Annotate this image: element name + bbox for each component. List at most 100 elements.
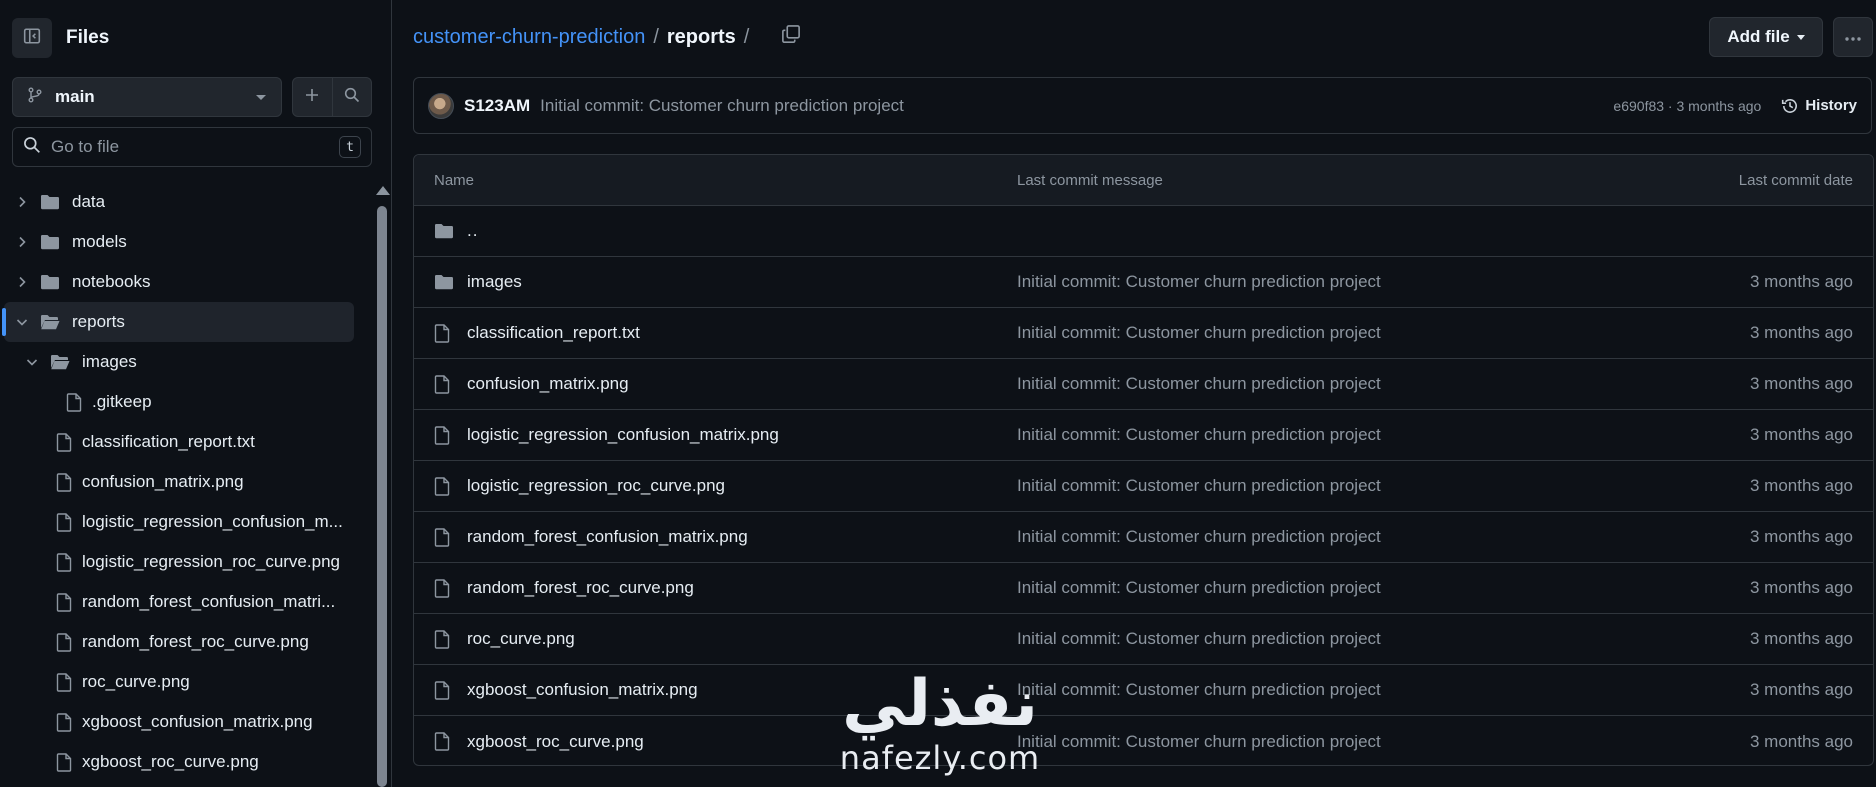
sidebar-collapse-icon <box>23 27 41 50</box>
breadcrumb-separator: / <box>653 25 659 48</box>
file-icon <box>434 374 450 394</box>
tree-item-reports[interactable]: reports <box>2 302 354 342</box>
sidebar-title: Files <box>66 27 110 48</box>
folder-open-icon <box>50 354 70 370</box>
sidebar-scrollbar[interactable] <box>374 186 390 787</box>
table-row[interactable]: roc_curve.png Initial commit: Customer ch… <box>414 614 1873 665</box>
tree-item-label: notebooks <box>72 272 151 291</box>
file-name-link[interactable]: xgboost_roc_curve.png <box>467 732 644 752</box>
add-file-button[interactable]: Add file <box>1709 17 1823 57</box>
commit-message-link[interactable]: Initial commit: Customer churn predictio… <box>1017 323 1381 343</box>
breadcrumb-repo-link[interactable]: customer-churn-prediction <box>413 26 645 49</box>
commit-message-link[interactable]: Initial commit: Customer churn predictio… <box>1017 374 1381 394</box>
go-to-file-field[interactable]: t <box>12 127 372 167</box>
tree-item-classification-report-txt[interactable]: classification_report.txt <box>0 422 362 462</box>
file-name-link[interactable]: xgboost_confusion_matrix.png <box>467 680 698 700</box>
folder-icon <box>434 223 454 239</box>
file-icon <box>56 632 72 652</box>
commit-message-link[interactable]: Initial commit: Customer churn predictio… <box>1017 476 1381 496</box>
tree-item-data[interactable]: data <box>0 182 362 222</box>
tree-item-xgboost-roc-curve-png[interactable]: xgboost_roc_curve.png <box>0 742 362 782</box>
main-content: customer-churn-prediction / reports / Ad… <box>393 0 1876 787</box>
tree-item-xgboost-confusion-matrix-png[interactable]: xgboost_confusion_matrix.png <box>0 702 362 742</box>
tree-item-random-forest-roc-curve-png[interactable]: random_forest_roc_curve.png <box>0 622 362 662</box>
tree-item-label: random_forest_confusion_matri... <box>82 592 336 611</box>
commit-message-link[interactable]: Initial commit: Customer churn predictio… <box>1017 272 1381 292</box>
tree-item-gitkeep[interactable]: .gitkeep <box>0 382 362 422</box>
table-row[interactable]: xgboost_roc_curve.png Initial commit: Cus… <box>414 716 1873 765</box>
file-name-link[interactable]: classification_report.txt <box>467 323 640 343</box>
tree-item-label: images <box>82 352 137 371</box>
parent-directory-link[interactable]: .. <box>467 221 478 241</box>
tree-item-random-forest-confusion-matri[interactable]: random_forest_confusion_matri... <box>0 582 362 622</box>
tree-item-label: data <box>72 192 106 211</box>
table-row[interactable]: logistic_regression_roc_curve.png Initial… <box>414 461 1873 512</box>
commit-message-link[interactable]: Initial commit: Customer churn predictio… <box>1017 629 1381 649</box>
tree-item-label: reports <box>72 312 125 331</box>
breadcrumb: customer-churn-prediction / reports / <box>413 24 801 50</box>
commit-date: 3 months ago <box>1749 323 1853 342</box>
file-icon <box>434 476 450 496</box>
commit-message-link[interactable]: Initial commit: Customer churn predictio… <box>1017 732 1381 752</box>
tree-item-roc-curve-png[interactable]: roc_curve.png <box>0 662 362 702</box>
copy-path-button[interactable] <box>781 24 801 50</box>
commit-date: 3 months ago <box>1749 476 1853 495</box>
file-name-link[interactable]: random_forest_roc_curve.png <box>467 578 694 598</box>
commit-message[interactable]: Initial commit: Customer churn predictio… <box>540 96 1613 116</box>
file-icon <box>434 680 450 700</box>
file-name-link[interactable]: random_forest_confusion_matrix.png <box>467 527 748 547</box>
table-row[interactable]: random_forest_roc_curve.png Initial commi… <box>414 563 1873 614</box>
go-to-file-input[interactable] <box>51 137 339 157</box>
chevron-right-icon[interactable] <box>14 194 30 210</box>
table-row[interactable]: logistic_regression_confusion_matrix.png… <box>414 410 1873 461</box>
tree-item-logistic-regression-roc-curve-png[interactable]: logistic_regression_roc_curve.png <box>0 542 362 582</box>
tree-item-label: xgboost_confusion_matrix.png <box>82 712 313 731</box>
more-options-button[interactable] <box>1833 17 1873 57</box>
history-button[interactable]: History <box>1781 97 1857 115</box>
chevron-right-icon[interactable] <box>14 234 30 250</box>
file-name-link[interactable]: confusion_matrix.png <box>467 374 629 394</box>
tree-item-logistic-regression-confusion-m[interactable]: logistic_regression_confusion_m... <box>0 502 362 542</box>
file-name-link[interactable]: roc_curve.png <box>467 629 575 649</box>
table-row[interactable]: xgboost_confusion_matrix.png Initial comm… <box>414 665 1873 716</box>
commit-meta[interactable]: e690f83 · 3 months ago <box>1613 98 1761 114</box>
add-file-tree-button[interactable] <box>293 78 332 116</box>
tree-item-models[interactable]: models <box>0 222 362 262</box>
scrollbar-thumb[interactable] <box>377 206 387 787</box>
scroll-up-arrow-icon[interactable] <box>376 186 390 195</box>
commit-message-link[interactable]: Initial commit: Customer churn predictio… <box>1017 680 1381 700</box>
tree-item-notebooks[interactable]: notebooks <box>0 262 362 302</box>
table-row[interactable]: confusion_matrix.png Initial commit: Cust… <box>414 359 1873 410</box>
commit-message-link[interactable]: Initial commit: Customer churn predictio… <box>1017 425 1381 445</box>
caret-down-icon <box>1796 34 1805 40</box>
keyboard-shortcut-hint: t <box>339 136 361 158</box>
file-icon <box>56 672 72 692</box>
table-row[interactable]: random_forest_confusion_matrix.png Initia… <box>414 512 1873 563</box>
chevron-down-icon[interactable] <box>14 314 30 330</box>
folder-icon <box>40 194 60 210</box>
file-icon <box>434 425 450 445</box>
branch-selector[interactable]: main <box>12 77 282 117</box>
chevron-down-icon[interactable] <box>24 354 40 370</box>
tree-item-label: roc_curve.png <box>82 672 190 691</box>
file-name-link[interactable]: images <box>467 272 522 292</box>
file-name-link[interactable]: logistic_regression_confusion_matrix.png <box>467 425 779 445</box>
file-icon <box>434 629 450 649</box>
file-name-link[interactable]: logistic_regression_roc_curve.png <box>467 476 725 496</box>
table-row[interactable]: classification_report.txt Initial commit:… <box>414 308 1873 359</box>
commit-date: 3 months ago <box>1749 731 1853 751</box>
tree-item-images[interactable]: images <box>0 342 362 382</box>
collapse-sidebar-button[interactable] <box>12 18 52 58</box>
tree-item-confusion-matrix-png[interactable]: confusion_matrix.png <box>0 462 362 502</box>
chevron-right-icon[interactable] <box>14 274 30 290</box>
parent-directory-row[interactable]: .. <box>414 206 1873 257</box>
avatar[interactable] <box>428 92 454 119</box>
tree-item-label: confusion_matrix.png <box>82 472 244 491</box>
commit-message-link[interactable]: Initial commit: Customer churn predictio… <box>1017 527 1381 547</box>
branch-name: main <box>55 87 95 106</box>
table-row[interactable]: images Initial commit: Customer churn pre… <box>414 257 1873 308</box>
commit-message-link[interactable]: Initial commit: Customer churn predictio… <box>1017 578 1381 598</box>
history-label: History <box>1805 97 1857 114</box>
commit-author[interactable]: S123AM <box>464 96 530 116</box>
search-tree-button[interactable] <box>331 78 372 116</box>
